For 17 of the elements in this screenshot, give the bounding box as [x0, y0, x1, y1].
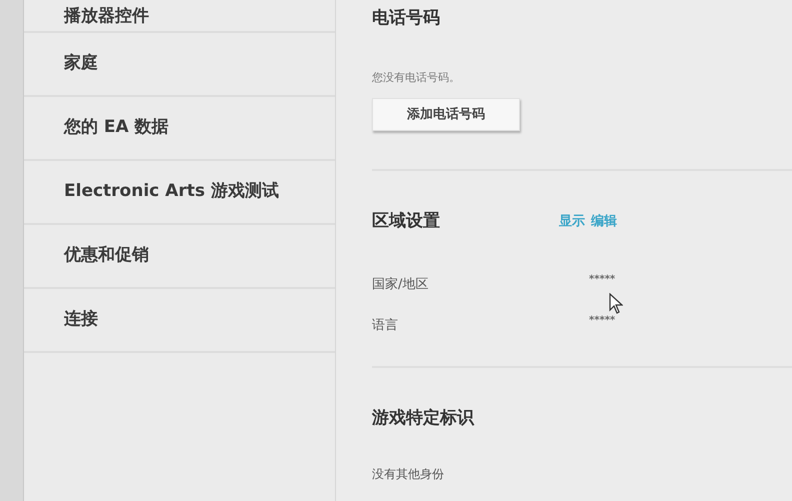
add-phone-button[interactable]: 添加电话号码	[372, 98, 520, 131]
section-title: 电话号码	[372, 7, 441, 30]
info-text: 您没有电话号码。	[372, 70, 461, 86]
field-label: 语言	[372, 317, 399, 335]
info-text: 没有其他身份	[372, 466, 445, 483]
sidebar-item[interactable]: 家庭	[24, 33, 335, 97]
sidebar-item[interactable]: 连接	[24, 289, 335, 353]
section-title: 区域设置	[372, 210, 441, 233]
section-title: 游戏特定标识	[372, 406, 476, 430]
field-value: *****	[589, 316, 616, 326]
sidebar-item[interactable]: 优惠和促销	[24, 225, 335, 289]
field-label: 国家/地区	[372, 276, 430, 294]
field-value: *****	[589, 274, 616, 284]
mouse-cursor-icon	[609, 293, 623, 315]
sidebar-item[interactable]: 播放器控件	[24, 0, 335, 33]
sidebar-item[interactable]: Electronic Arts 游戏测试	[24, 161, 335, 225]
sidebar-item[interactable]: 您的 EA 数据	[24, 97, 335, 161]
